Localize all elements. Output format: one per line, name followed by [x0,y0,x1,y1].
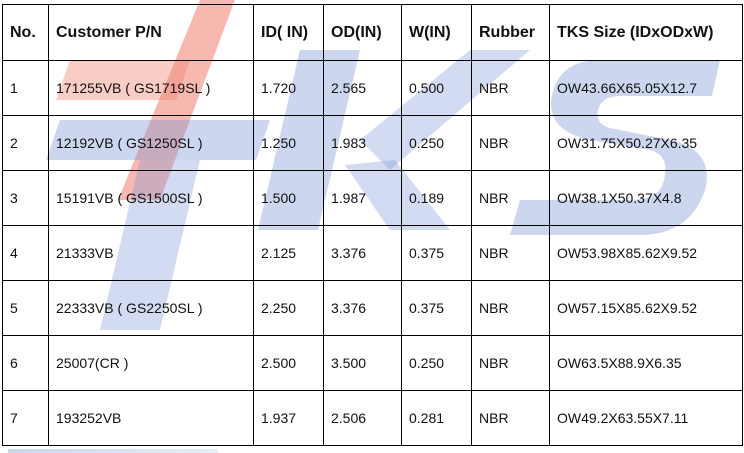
cell-id: 2.125 [253,225,324,281]
cell-id: 1.250 [253,115,324,171]
cell-od: 3.376 [323,225,402,281]
cell-no: 7 [2,390,49,446]
cell-no: 3 [2,170,49,226]
cell-od: 1.983 [323,115,402,171]
cell-od: 1.987 [323,170,402,226]
cell-rubber: NBR [471,280,550,336]
cell-id: 1.937 [253,390,324,446]
cell-tks-size: OW49.2X63.55X7.11 [549,390,743,446]
table-row: 5 22333VB ( GS2250SL ) 2.250 3.376 0.375… [2,280,743,336]
cell-customer-pn: 22333VB ( GS2250SL ) [48,280,254,336]
cell-rubber: NBR [471,335,550,391]
cell-tks-size: OW43.66X65.05X12.7 [549,60,743,116]
cell-id: 1.720 [253,60,324,116]
table-header-row: No. Customer P/N ID( IN) OD(IN) W(IN) Ru… [2,4,743,61]
header-rubber: Rubber [471,4,550,61]
cell-no: 4 [2,225,49,281]
cell-rubber: NBR [471,60,550,116]
cell-tks-size: OW53.98X85.62X9.52 [549,225,743,281]
header-no: No. [2,4,49,61]
cell-od: 2.565 [323,60,402,116]
header-id: ID( IN) [253,4,324,61]
cell-customer-pn: 171255VB ( GS1719SL ) [48,60,254,116]
cell-id: 2.250 [253,280,324,336]
cell-w: 0.500 [401,60,472,116]
header-w: W(IN) [401,4,472,61]
header-tks-size: TKS Size (IDxODxW) [549,4,743,61]
cell-od: 3.500 [323,335,402,391]
cell-no: 1 [2,60,49,116]
table-row: 1 171255VB ( GS1719SL ) 1.720 2.565 0.50… [2,60,743,116]
header-od: OD(IN) [323,4,402,61]
cell-customer-pn: 12192VB ( GS1250SL ) [48,115,254,171]
cell-rubber: NBR [471,170,550,226]
cell-customer-pn: 25007(CR ) [48,335,254,391]
cell-tks-size: OW57.15X85.62X9.52 [549,280,743,336]
table-row: 4 21333VB 2.125 3.376 0.375 NBR OW53.98X… [2,225,743,281]
cell-tks-size: OW38.1X50.37X4.8 [549,170,743,226]
table-row: 7 193252VB 1.937 2.506 0.281 NBR OW49.2X… [2,390,743,446]
cell-tks-size: OW63.5X88.9X6.35 [549,335,743,391]
cell-w: 0.189 [401,170,472,226]
cell-customer-pn: 21333VB [48,225,254,281]
cell-id: 1.500 [253,170,324,226]
cell-rubber: NBR [471,390,550,446]
cell-id: 2.500 [253,335,324,391]
cell-od: 2.506 [323,390,402,446]
seal-spec-table: No. Customer P/N ID( IN) OD(IN) W(IN) Ru… [2,4,743,446]
cell-w: 0.281 [401,390,472,446]
cell-no: 6 [2,335,49,391]
cell-no: 5 [2,280,49,336]
cell-w: 0.375 [401,225,472,281]
cell-customer-pn: 193252VB [48,390,254,446]
table-row: 2 12192VB ( GS1250SL ) 1.250 1.983 0.250… [2,115,743,171]
header-customer-pn: Customer P/N [48,4,254,61]
cell-w: 0.250 [401,335,472,391]
cell-no: 2 [2,115,49,171]
table-row: 6 25007(CR ) 2.500 3.500 0.250 NBR OW63.… [2,335,743,391]
cell-rubber: NBR [471,225,550,281]
cell-rubber: NBR [471,115,550,171]
cell-tks-size: OW31.75X50.27X6.35 [549,115,743,171]
cell-w: 0.250 [401,115,472,171]
table-row: 3 15191VB ( GS1500SL ) 1.500 1.987 0.189… [2,170,743,226]
cell-customer-pn: 15191VB ( GS1500SL ) [48,170,254,226]
cell-w: 0.375 [401,280,472,336]
bottom-decorative-strip [8,449,218,453]
cell-od: 3.376 [323,280,402,336]
